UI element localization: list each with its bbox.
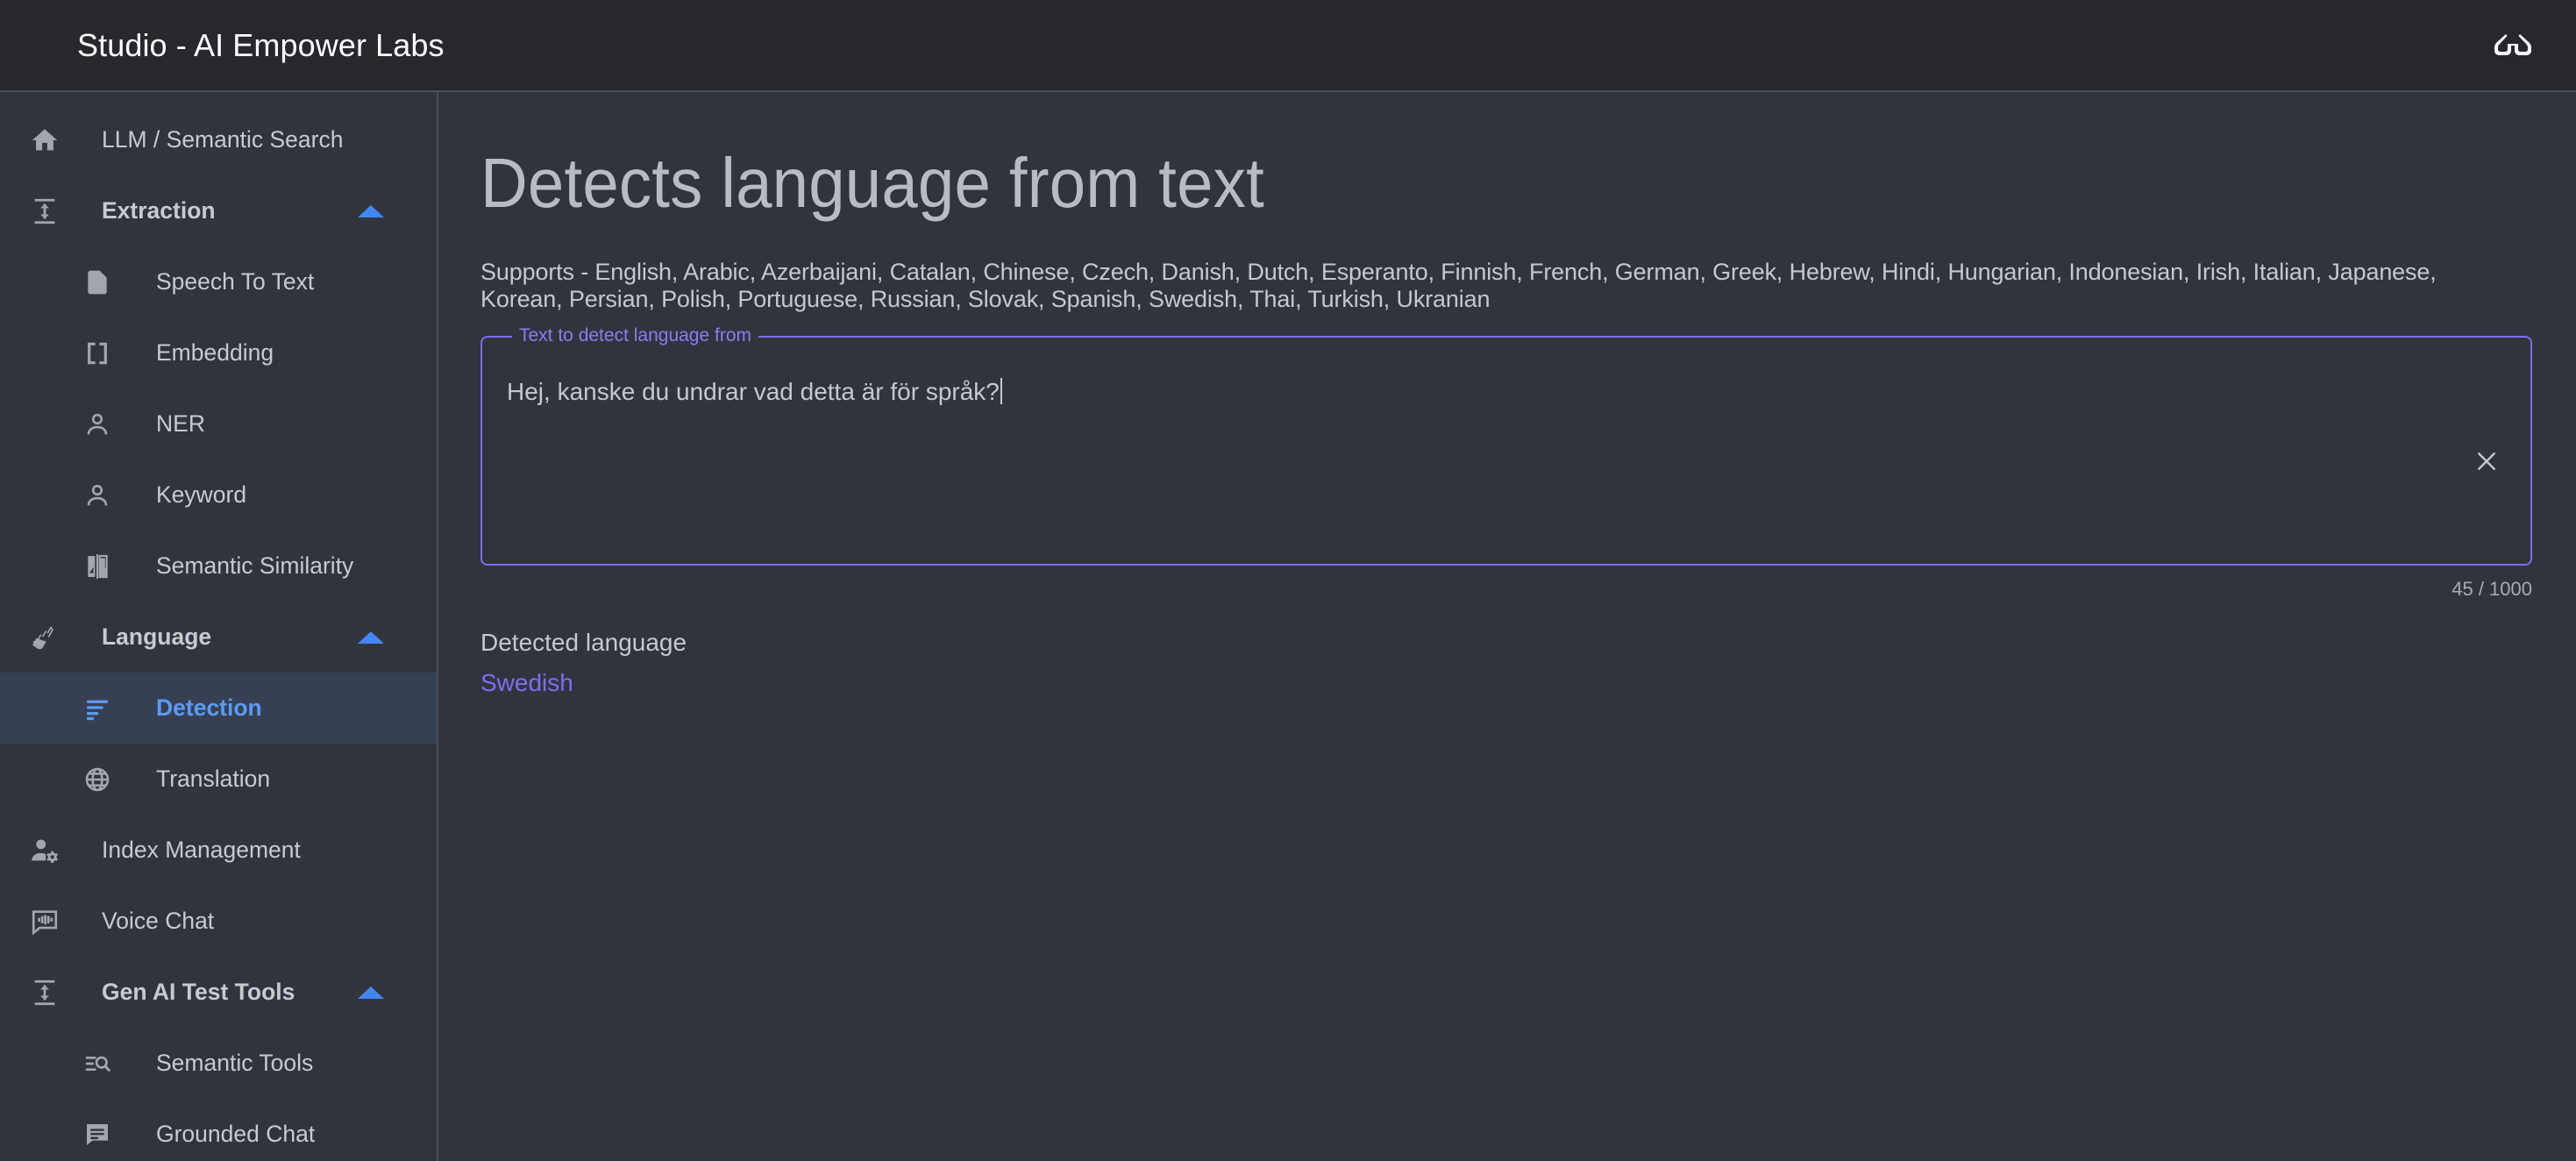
extract-arrows-icon: [25, 191, 65, 231]
detect-text-input[interactable]: Hej, kanske du undrar vad detta är för s…: [507, 376, 2434, 407]
compare-icon: [77, 546, 117, 587]
sidebar-group-gen-ai-test-tools[interactable]: Gen AI Test Tools: [0, 957, 437, 1028]
app-title: Studio - AI Empower Labs: [77, 26, 445, 63]
sidebar-item-llm-semantic-search[interactable]: LLM / Semantic Search: [0, 104, 437, 175]
sidebar-item-semantic-tools[interactable]: Semantic Tools: [0, 1028, 437, 1099]
detection-result: Detected language Swedish: [480, 629, 2506, 697]
sidebar-item-label: LLM / Semantic Search: [102, 126, 344, 153]
detected-language-label: Detected language: [480, 629, 687, 656]
sidebar-item-label: Embedding: [156, 339, 274, 366]
close-icon[interactable]: [2467, 442, 2506, 481]
chevron-up-icon[interactable]: [358, 630, 384, 644]
home-icon: [25, 120, 65, 160]
app-root: Studio - AI Empower Labs LLM / Semantic …: [0, 0, 2576, 1161]
sidebar-item-label: Index Management: [102, 837, 301, 863]
chevron-up-icon[interactable]: [358, 986, 384, 999]
input-value: Hej, kanske du undrar vad detta är för s…: [507, 378, 1000, 405]
sidebar-group-label: Language: [102, 623, 212, 650]
sidebar-item-label: Voice Chat: [102, 908, 215, 934]
sidebar-group-label: Gen AI Test Tools: [102, 979, 295, 1005]
search-list-icon: [77, 1043, 117, 1084]
sidebar-item-semantic-similarity[interactable]: Semantic Similarity: [0, 531, 437, 602]
sidebar-item-keyword[interactable]: Keyword: [0, 459, 437, 531]
sidebar-item-speech-to-text[interactable]: Speech To Text: [0, 246, 437, 317]
page-title: Detects language from text: [480, 144, 1264, 222]
person-gear-icon: [25, 830, 65, 871]
glasses-icon[interactable]: [2488, 21, 2537, 70]
field-legend: Text to detect language from: [512, 324, 758, 347]
globe-icon: [77, 759, 117, 800]
sidebar-item-ner[interactable]: NER: [0, 388, 437, 459]
sidebar-item-index-management[interactable]: Index Management: [0, 815, 437, 886]
sidebar-item-label: Semantic Tools: [156, 1050, 314, 1076]
top-bar: Studio - AI Empower Labs: [0, 0, 2576, 92]
extract-arrows-icon: [25, 972, 65, 1013]
character-counter: 45 / 1000: [2451, 578, 2532, 600]
chat-lines-icon: [77, 1115, 117, 1155]
body-split: LLM / Semantic Search Extraction Speech …: [0, 92, 2576, 1161]
sign-language-icon: [25, 617, 65, 658]
person-icon: [77, 475, 117, 516]
sidebar-item-label: NER: [156, 410, 205, 437]
sidebar-item-translation[interactable]: Translation: [0, 744, 437, 815]
sidebar-group-extraction[interactable]: Extraction: [0, 175, 437, 246]
brackets-icon: [77, 333, 117, 374]
sidebar-item-label: Semantic Similarity: [156, 552, 354, 579]
sidebar-item-label: Detection: [156, 694, 262, 721]
sidebar-item-label: Translation: [156, 766, 271, 792]
text-caret: [1000, 378, 1002, 404]
sidebar-item-label: Keyword: [156, 481, 247, 508]
sidebar-item-voice-chat[interactable]: Voice Chat: [0, 886, 437, 957]
main-content: Detects language from text Supports - En…: [438, 92, 2576, 1161]
sidebar-item-embedding[interactable]: Embedding: [0, 317, 437, 388]
sidebar-item-label: Speech To Text: [156, 268, 315, 295]
sidebar-group-label: Extraction: [102, 197, 216, 224]
sidebar-item-label: Grounded Chat: [156, 1121, 316, 1147]
voice-chat-icon: [25, 901, 65, 942]
sidebar-item-grounded-chat[interactable]: Grounded Chat: [0, 1099, 437, 1161]
sidebar: LLM / Semantic Search Extraction Speech …: [0, 92, 438, 1161]
detected-language-value: Swedish: [480, 669, 573, 696]
detect-text-field[interactable]: Text to detect language from Hej, kanske…: [480, 324, 2532, 566]
sidebar-item-detection[interactable]: Detection: [0, 673, 437, 744]
chevron-up-icon[interactable]: [358, 204, 384, 217]
text-input-section: Text to detect language from Hej, kanske…: [480, 324, 2532, 601]
sort-lines-icon: [77, 688, 117, 729]
audio-file-icon: [77, 262, 117, 303]
sidebar-group-language[interactable]: Language: [0, 602, 437, 673]
supported-languages-text: Supports - English, Arabic, Azerbaijani,…: [480, 259, 2437, 312]
person-icon: [77, 404, 117, 445]
